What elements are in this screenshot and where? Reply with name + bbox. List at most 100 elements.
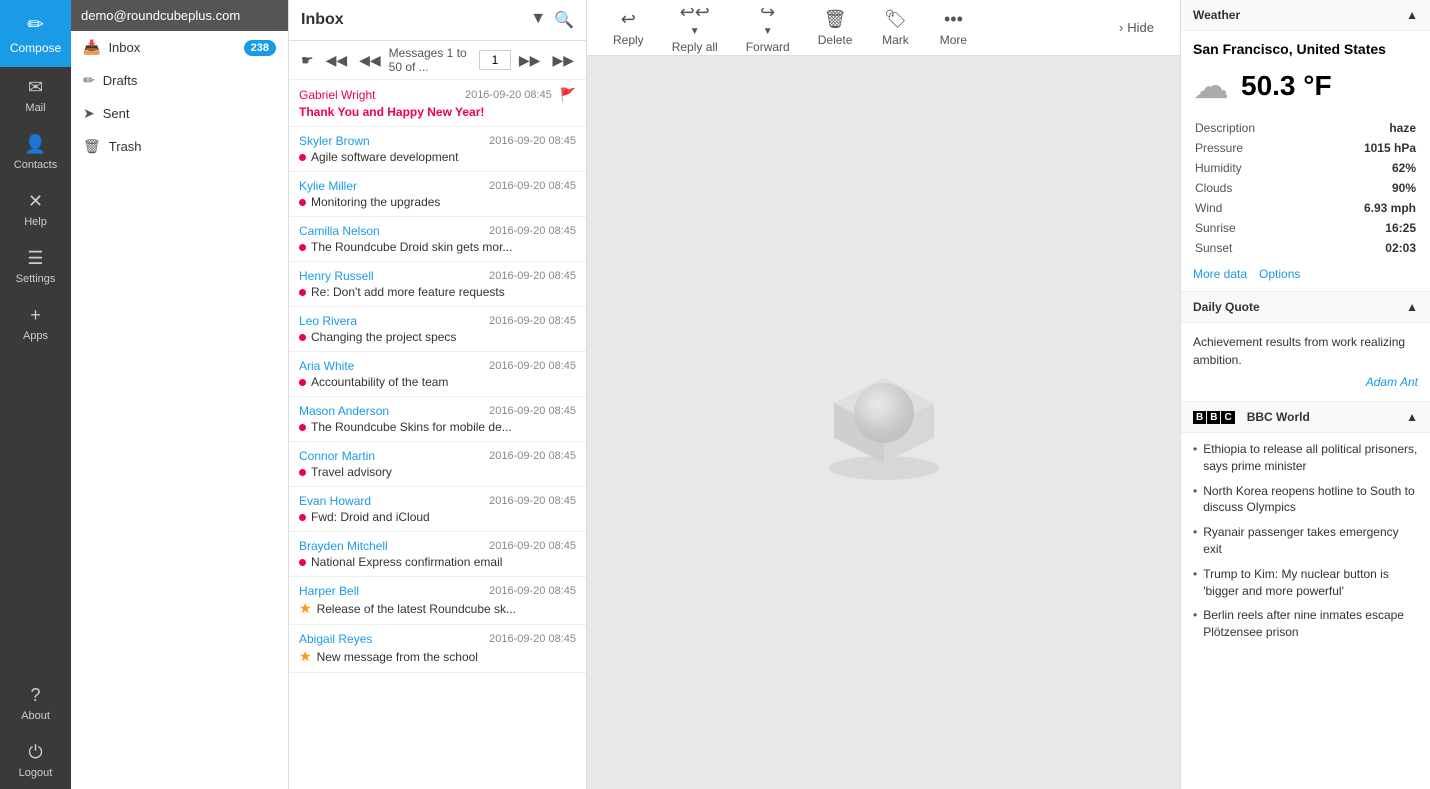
weather-value-sunset: 02:03	[1314, 239, 1416, 257]
sidebar-item-settings[interactable]: ☰ Settings	[0, 238, 71, 295]
news-bullet: •	[1193, 484, 1197, 498]
email-item[interactable]: Brayden Mitchell 2016-09-20 08:45 Nation…	[289, 532, 586, 577]
folder-trash[interactable]: 🗑 Trash	[71, 130, 288, 163]
bbc-widget-header: B B C BBC World ▲	[1181, 402, 1430, 433]
main-area: ↩ Reply ↩↩ ▼ Reply all ↪ ▼ Forward 🗑 Del…	[587, 0, 1180, 789]
sidebar-item-help[interactable]: ✕ Help	[0, 181, 71, 238]
email-item[interactable]: Kylie Miller 2016-09-20 08:45 Monitoring…	[289, 172, 586, 217]
weather-widget-header: Weather ▲	[1181, 0, 1430, 31]
cursor-button[interactable]: ☛	[297, 50, 318, 71]
weather-row-sunset: Sunset 02:03	[1195, 239, 1416, 257]
email-subject: Accountability of the team	[311, 375, 448, 389]
bbc-collapse-icon[interactable]: ▲	[1406, 410, 1418, 424]
email-item[interactable]: Skyler Brown 2016-09-20 08:45 Agile soft…	[289, 127, 586, 172]
email-item[interactable]: Mason Anderson 2016-09-20 08:45 The Roun…	[289, 397, 586, 442]
daily-quote-collapse-icon[interactable]: ▲	[1406, 300, 1418, 314]
compose-label: Compose	[10, 41, 61, 55]
sidebar-item-logout-label: Logout	[19, 767, 53, 779]
bbc-c: C	[1221, 411, 1234, 424]
page-input[interactable]	[479, 50, 511, 70]
delete-button[interactable]: 🗑 Delete	[808, 3, 863, 53]
sidebar-item-help-label: Help	[24, 216, 47, 228]
email-item[interactable]: Henry Russell 2016-09-20 08:45 Re: Don't…	[289, 262, 586, 307]
email-sender: Aria White	[299, 359, 485, 373]
reply-label: Reply	[613, 33, 644, 47]
folder-inbox[interactable]: 📥 Inbox 238	[71, 31, 288, 64]
last-page-button[interactable]: ▶▶	[548, 50, 578, 71]
more-button[interactable]: ••• More	[928, 3, 978, 53]
email-subject: The Roundcube Droid skin gets mor...	[311, 240, 512, 254]
first-page-button[interactable]: ◀◀	[322, 50, 352, 71]
email-subject: Thank You and Happy New Year!	[299, 105, 484, 119]
sidebar-item-mail[interactable]: ✉ Mail	[0, 67, 71, 124]
preview-panel	[587, 56, 1180, 789]
email-item[interactable]: Evan Howard 2016-09-20 08:45 Fwd: Droid …	[289, 487, 586, 532]
email-subject: The Roundcube Skins for mobile de...	[311, 420, 512, 434]
more-icon: •••	[944, 9, 963, 30]
unread-dot	[299, 334, 306, 341]
weather-label-clouds: Clouds	[1195, 179, 1312, 197]
sidebar-item-logout[interactable]: ⏻ Logout	[0, 732, 71, 789]
mark-button[interactable]: 🏷 Mark	[870, 3, 920, 53]
sidebar-item-settings-label: Settings	[16, 273, 56, 285]
email-date: 2016-09-20 08:45	[489, 495, 576, 507]
filter-icon[interactable]: ▼	[530, 10, 546, 30]
email-item[interactable]: Leo Rivera 2016-09-20 08:45 Changing the…	[289, 307, 586, 352]
message-count: Messages 1 to 50 of ...	[389, 46, 475, 74]
news-item[interactable]: •Berlin reels after nine inmates escape …	[1193, 607, 1418, 641]
more-data-link[interactable]: More data	[1193, 267, 1247, 281]
weather-row-description: Description haze	[1195, 119, 1416, 137]
weather-label-sunset: Sunset	[1195, 239, 1312, 257]
email-item[interactable]: Camilla Nelson 2016-09-20 08:45 The Roun…	[289, 217, 586, 262]
email-sender: Leo Rivera	[299, 314, 485, 328]
weather-title: Weather	[1193, 8, 1240, 22]
news-item[interactable]: •North Korea reopens hotline to South to…	[1193, 483, 1418, 517]
email-date: 2016-09-20 08:45	[489, 135, 576, 147]
email-date: 2016-09-20 08:45	[489, 180, 576, 192]
folder-inbox-label: Inbox	[108, 40, 235, 55]
reply-all-button[interactable]: ↩↩ ▼ Reply all	[662, 0, 728, 60]
news-text: Ryanair passenger takes emergency exit	[1203, 524, 1418, 558]
email-item[interactable]: Gabriel Wright 2016-09-20 08:45 🚩 Thank …	[289, 80, 586, 127]
folder-sent[interactable]: ➤ Sent	[71, 97, 288, 130]
hide-button[interactable]: › Hide	[1109, 14, 1164, 41]
email-item[interactable]: Harper Bell 2016-09-20 08:45 ★ Release o…	[289, 577, 586, 625]
email-item[interactable]: Aria White 2016-09-20 08:45 Accountabili…	[289, 352, 586, 397]
news-bullet: •	[1193, 567, 1197, 581]
bbc-b2: B	[1207, 411, 1220, 424]
compose-button[interactable]: ✏ Compose	[0, 0, 71, 67]
weather-collapse-icon[interactable]: ▲	[1406, 8, 1418, 22]
forward-button[interactable]: ↪ ▼ Forward	[736, 0, 800, 60]
news-item[interactable]: •Ryanair passenger takes emergency exit	[1193, 524, 1418, 558]
roundcube-logo	[814, 363, 954, 483]
sidebar-item-about[interactable]: ? About	[0, 675, 71, 732]
email-sender: Kylie Miller	[299, 179, 485, 193]
news-item[interactable]: • Ethiopia to release all political priso…	[1193, 441, 1418, 475]
next-page-button[interactable]: ▶▶	[515, 50, 545, 71]
news-bullet: •	[1193, 442, 1197, 456]
email-item[interactable]: Abigail Reyes 2016-09-20 08:45 ★ New mes…	[289, 625, 586, 673]
weather-row-sunrise: Sunrise 16:25	[1195, 219, 1416, 237]
forward-dropdown[interactable]: ▼	[763, 26, 773, 37]
toolbar: ↩ Reply ↩↩ ▼ Reply all ↪ ▼ Forward 🗑 Del…	[587, 0, 1180, 56]
mail-icon: ✉	[28, 77, 43, 98]
sidebar-item-contacts[interactable]: 👤 Contacts	[0, 124, 71, 181]
inbox-header: Inbox ▼ 🔍	[289, 0, 586, 41]
prev-page-button[interactable]: ◀◀	[355, 50, 385, 71]
folder-panel: demo@roundcubeplus.com 📥 Inbox 238 ✏ Dra…	[71, 0, 289, 789]
options-link[interactable]: Options	[1259, 267, 1300, 281]
reply-button[interactable]: ↩ Reply	[603, 3, 654, 53]
email-date: 2016-09-20 08:45	[489, 540, 576, 552]
sidebar-item-apps[interactable]: + Apps	[0, 295, 71, 352]
unread-dot	[299, 199, 306, 206]
email-item[interactable]: Connor Martin 2016-09-20 08:45 Travel ad…	[289, 442, 586, 487]
weather-value-wind: 6.93 mph	[1314, 199, 1416, 217]
email-sender: Connor Martin	[299, 449, 485, 463]
email-sender: Henry Russell	[299, 269, 485, 283]
weather-value-humidity: 62%	[1314, 159, 1416, 177]
news-item[interactable]: •Trump to Kim: My nuclear button is 'big…	[1193, 566, 1418, 600]
reply-all-dropdown[interactable]: ▼	[690, 26, 700, 37]
news-text: Ethiopia to release all political prison…	[1203, 441, 1418, 475]
search-icon[interactable]: 🔍	[554, 10, 574, 30]
folder-drafts[interactable]: ✏ Drafts	[71, 64, 288, 97]
